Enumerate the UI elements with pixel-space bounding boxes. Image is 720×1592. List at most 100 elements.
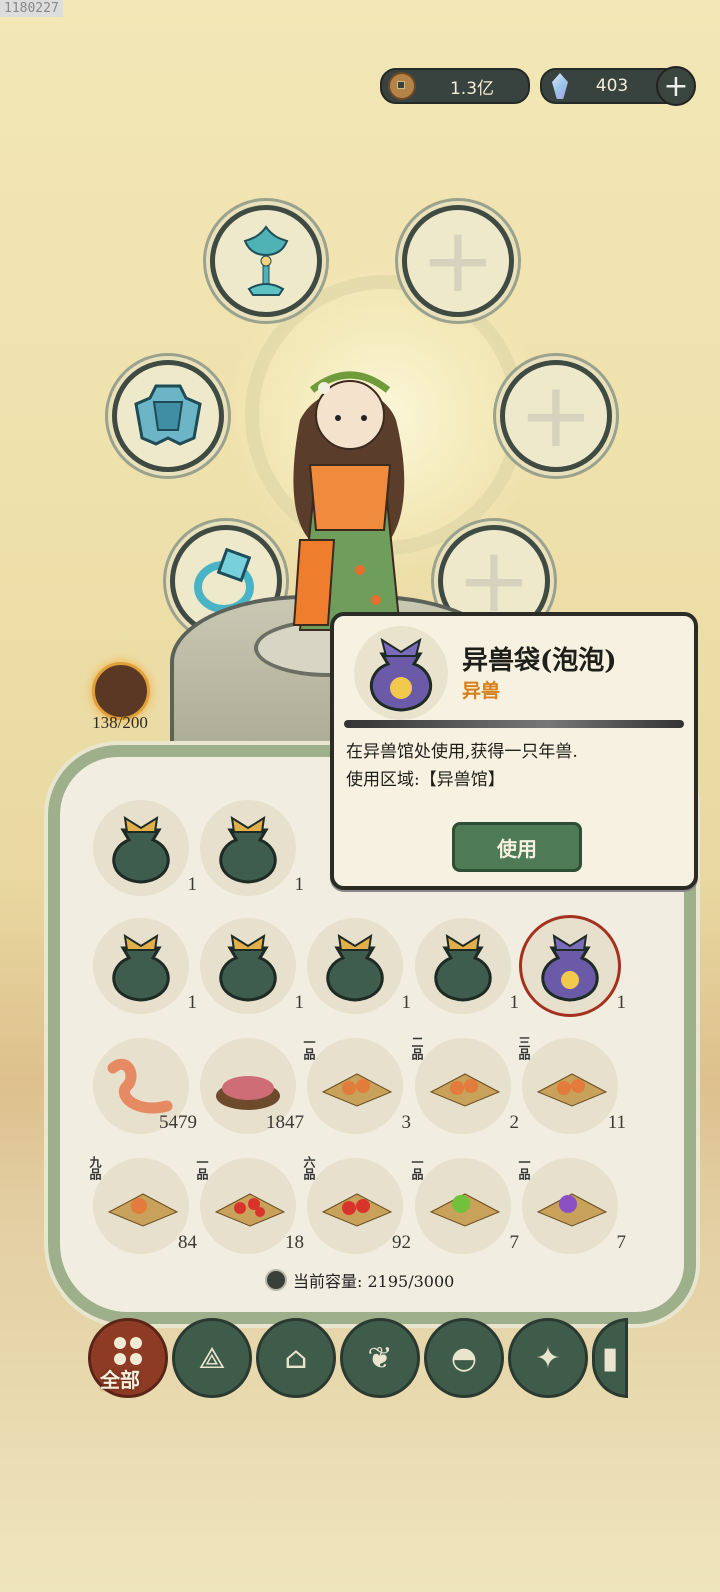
tooltip-desc-line1: 在异兽馆处使用,获得一只年兽. [346,742,578,762]
coin-value: 1.3亿 [449,78,495,99]
gem-icon [552,73,568,99]
tab-map[interactable]: ✦ [508,1318,588,1398]
inventory-item-beast-bag[interactable]: 1 [307,918,411,1018]
item-count: 1 [401,992,412,1013]
wood-icon: ⟁ [198,1340,226,1376]
tooltip-title: 异兽袋(泡泡) [462,646,617,676]
equip-slot-empty-1[interactable]: + [402,205,514,317]
beast-bag-icon [326,934,384,1002]
item-count: 11 [607,1112,626,1133]
beast-bag-icon [219,816,277,884]
worm-icon [107,1058,173,1114]
grid-icon [114,1337,142,1365]
fruit-icon [536,1073,608,1107]
tooltip-item-image [354,626,448,720]
tab-plant[interactable]: ❦ [340,1318,420,1398]
item-tooltip: 异兽袋(泡泡) 异兽 在异兽馆处使用,获得一只年兽. 使用区域:【异兽馆】 使用 [330,612,698,890]
capacity-text: 当前容量: 2195/3000 [293,1272,455,1291]
inventory-item-worm[interactable]: 5479 [93,1038,197,1138]
add-gems-button[interactable]: + [656,66,696,106]
tab-scroll[interactable]: ▮ [592,1318,628,1398]
item-count: 1 [509,992,520,1013]
plus-icon: + [420,208,496,313]
item-count: 92 [392,1232,411,1253]
beast-bag-icon [112,816,170,884]
armor-icon [134,384,202,446]
grade-label: 九品 [88,1156,102,1180]
item-count: 1 [294,874,305,895]
beast-avatar[interactable] [92,662,150,720]
tab-building[interactable]: ⌂ [256,1318,336,1398]
inventory-item-beast-bag[interactable]: 1 [200,800,304,900]
map-icon: ✦ [535,1340,561,1376]
item-count: 2 [509,1112,520,1133]
tooltip-desc-line2: 使用区域:【异兽馆】 [346,770,505,790]
item-count: 1 [187,874,198,895]
inventory-item-beast-bag[interactable]: 1 [93,918,197,1018]
beast-bag-icon [370,637,432,712]
lotus-lamp-icon [243,225,289,296]
capacity-icon [265,1269,287,1291]
inventory-item-fruit[interactable]: 二品 2 [410,1036,519,1138]
inventory-item-beast-bag-bubble-selected[interactable]: 1 [519,915,626,1018]
capacity-indicator: 当前容量: 2195/3000 [265,1268,454,1292]
inventory-item-fruit[interactable]: 一品 7 [410,1156,519,1258]
tab-wood[interactable]: ⟁ [172,1318,252,1398]
item-count: 1847 [266,1112,304,1133]
beast-bag-icon [219,934,277,1002]
inventory-item-beast-bag[interactable]: 1 [415,918,519,1018]
item-count: 18 [285,1232,304,1253]
tooltip-divider [344,720,684,728]
inventory-item-fruit[interactable]: 六品 92 [302,1156,411,1258]
inventory-item-fruit[interactable]: 九品 84 [88,1156,197,1258]
food-icon: ◓ [450,1340,478,1376]
item-count: 7 [616,1232,627,1253]
equip-slot-lamp[interactable] [210,205,322,317]
fruit-icon [107,1193,179,1227]
fruit-icon [321,1193,393,1227]
inventory-item-fruit[interactable]: 三品 11 [517,1036,626,1138]
item-count: 5479 [159,1112,197,1133]
inventory-item-fruit[interactable]: 一品 3 [302,1036,411,1138]
inventory-item-powder[interactable]: 1847 [200,1038,304,1138]
character-figure[interactable] [280,360,420,640]
gem-value: 403 [595,76,629,96]
beast-bag-icon [112,934,170,1002]
inventory-item-beast-bag[interactable]: 1 [93,800,197,900]
beast-count: 138/200 [92,713,148,732]
house-icon: ⌂ [284,1340,308,1376]
fruit-icon [321,1073,393,1107]
tab-all-label: 全部 [100,1368,140,1392]
coin-counter[interactable]: 1.3亿 [380,68,530,104]
equip-slot-armor[interactable] [112,360,224,472]
fruit-icon [429,1073,501,1107]
grade-label: 二品 [410,1036,424,1060]
gem-counter: 403 + [540,66,696,106]
grade-label: 三品 [517,1036,531,1060]
plus-icon: + [518,363,594,468]
equip-slot-empty-2[interactable]: + [500,360,612,472]
item-count: 1 [294,992,305,1013]
powder-icon [216,1076,280,1110]
inventory-item-fruit[interactable]: 一品 18 [195,1156,304,1258]
coin-icon [388,72,416,100]
item-count: 7 [509,1232,520,1253]
plant-icon: ❦ [367,1340,393,1376]
item-count: 1 [616,992,627,1013]
inventory-item-beast-bag[interactable]: 1 [200,918,304,1018]
grade-label: 一品 [517,1156,531,1180]
watermark: 1180227 [0,0,63,17]
tooltip-category: 异兽 [462,680,501,702]
inventory-item-fruit[interactable]: 一品 7 [517,1156,626,1258]
item-count: 1 [187,992,198,1013]
item-count: 3 [401,1112,412,1133]
scroll-icon: ▮ [601,1340,619,1376]
beast-bag-icon [434,934,492,1002]
fruit-icon [214,1193,286,1227]
grade-label: 一品 [195,1156,209,1180]
grade-label: 一品 [302,1036,316,1060]
tab-food[interactable]: ◓ [424,1318,504,1398]
use-button[interactable]: 使用 [452,822,582,872]
grade-label: 一品 [410,1156,424,1180]
fruit-icon [429,1193,501,1227]
